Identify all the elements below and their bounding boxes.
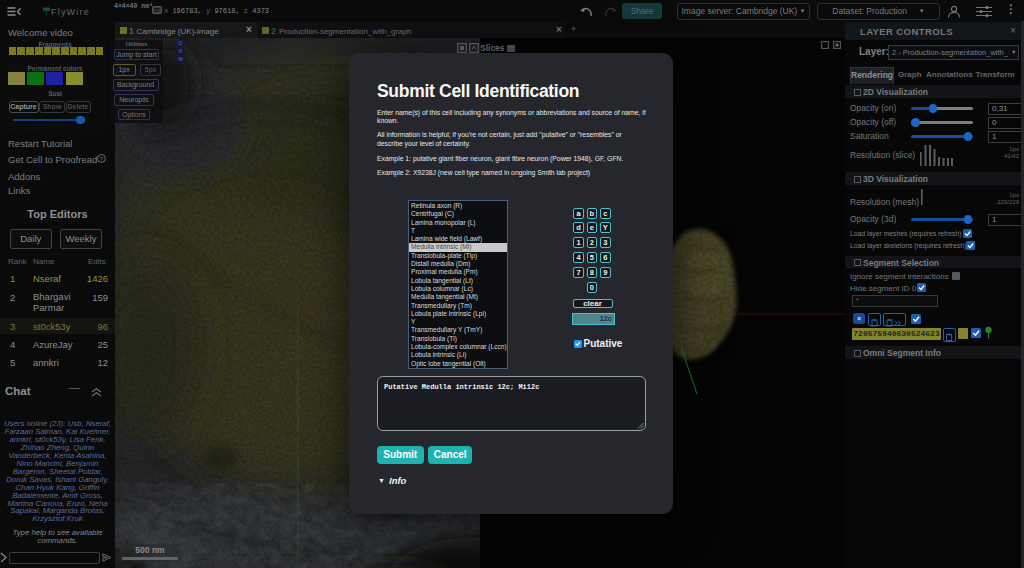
svg-text:?: ?	[100, 156, 104, 162]
